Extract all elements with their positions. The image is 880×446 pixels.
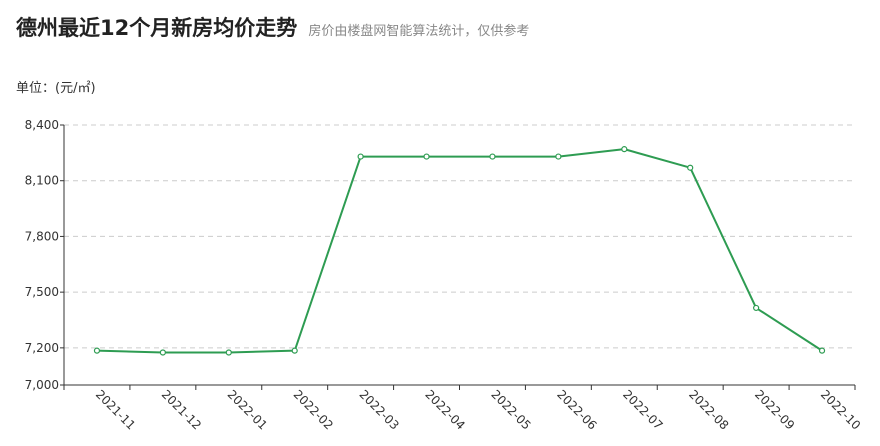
series-line bbox=[96, 148, 823, 354]
y-tick-label: 7,800 bbox=[25, 229, 59, 243]
x-tick-label: 2022-07 bbox=[620, 387, 665, 432]
x-tick-label: 2022-01 bbox=[225, 387, 270, 432]
data-point bbox=[489, 153, 496, 160]
x-tick-label: 2022-03 bbox=[357, 387, 402, 432]
data-point bbox=[687, 164, 694, 171]
data-point bbox=[423, 153, 430, 160]
x-tick-label: 2022-06 bbox=[554, 387, 599, 432]
x-tick-label: 2022-10 bbox=[818, 387, 863, 432]
y-tick-label: 7,200 bbox=[25, 341, 59, 355]
x-tick-label: 2021-11 bbox=[93, 387, 138, 432]
data-point bbox=[291, 347, 298, 354]
data-point bbox=[225, 349, 232, 356]
line-chart: 7,000 7,200 7,500 7,800 8,100 8,400 2021-11 202… bbox=[25, 118, 864, 433]
data-point bbox=[621, 146, 628, 153]
data-point bbox=[159, 349, 166, 356]
data-point bbox=[555, 153, 562, 160]
data-point bbox=[818, 347, 826, 354]
y-tick-label: 7,000 bbox=[25, 378, 59, 392]
x-tick-label: 2022-05 bbox=[488, 387, 533, 432]
x-tick-label: 2022-04 bbox=[422, 387, 467, 432]
y-tick-label: 8,100 bbox=[25, 174, 59, 188]
x-tick-label: 2022-02 bbox=[291, 387, 336, 432]
y-tick-label: 8,400 bbox=[25, 118, 59, 132]
data-point bbox=[93, 347, 101, 354]
x-tick-label: 2022-08 bbox=[686, 387, 731, 432]
data-point bbox=[753, 304, 760, 312]
data-point bbox=[357, 153, 364, 160]
x-tick-label: 2022-09 bbox=[752, 387, 797, 432]
y-tick-label: 7,500 bbox=[25, 285, 59, 299]
x-tick-label: 2021-12 bbox=[159, 387, 204, 432]
